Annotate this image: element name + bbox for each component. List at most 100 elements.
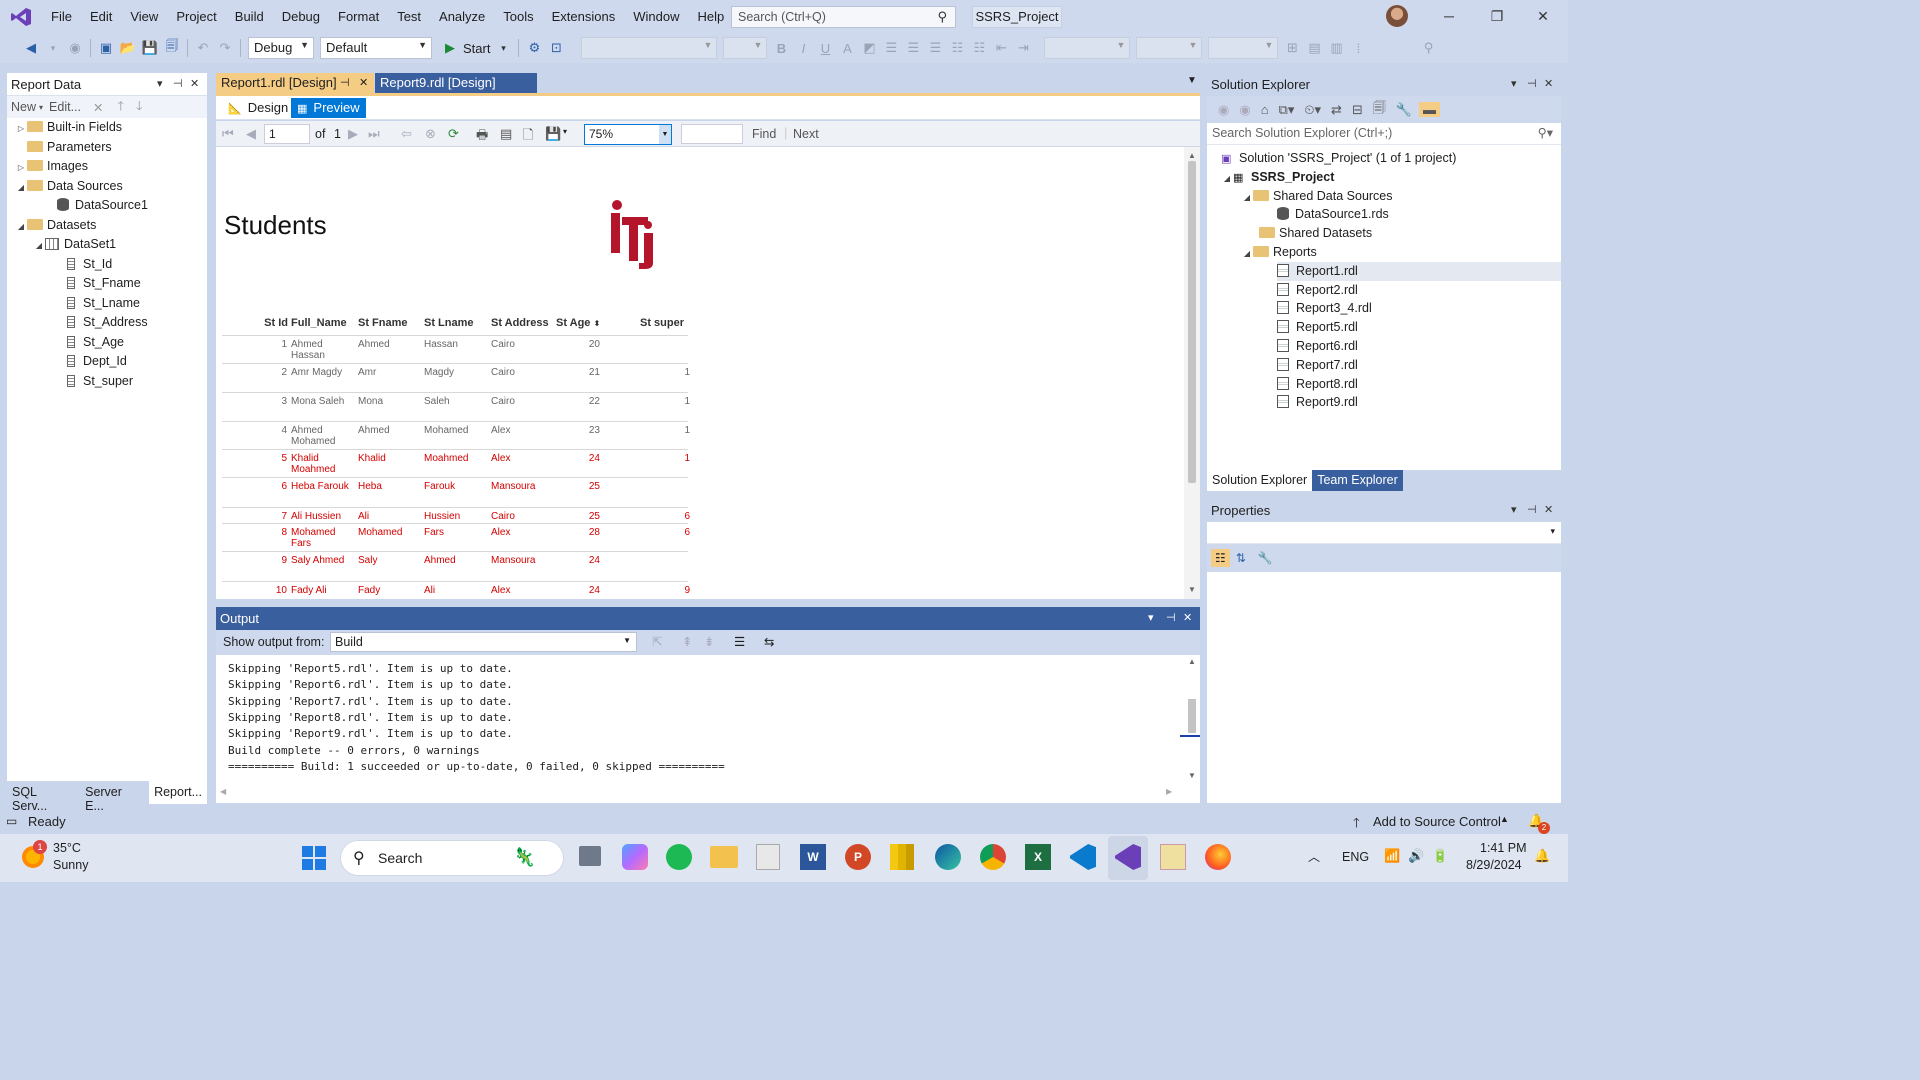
align-left-icon[interactable]: ☰ <box>882 37 900 59</box>
clock-time[interactable]: 1:41 PM <box>1480 841 1527 855</box>
report-data-item[interactable]: St_Id <box>67 255 112 275</box>
redo-icon[interactable]: ↷ <box>216 37 234 59</box>
panel-menu-icon[interactable]: ▾ <box>157 73 163 96</box>
align-objects-icon[interactable]: ▤ <box>1305 37 1323 59</box>
tab-report9-design[interactable]: Report9.rdl [Design] <box>375 73 537 93</box>
font-color-icon[interactable]: A <box>838 37 856 59</box>
menu-help[interactable]: Help <box>688 0 733 33</box>
report-data-item[interactable]: St_Age <box>67 333 124 353</box>
solution-tree-item[interactable]: ◢ ▦ SSRS_Project <box>1221 168 1334 188</box>
store-icon[interactable] <box>756 844 780 870</box>
back-dropdown-icon[interactable]: ▾ <box>44 37 62 59</box>
column-header[interactable]: St Age ⬍ <box>556 317 600 329</box>
close-panel-icon[interactable]: ✕ <box>1544 499 1553 522</box>
properties-icon[interactable]: 🔧 <box>1396 102 1412 118</box>
indent-icon[interactable]: ⇥ <box>1014 37 1032 59</box>
print-icon[interactable]: 🖶 <box>476 126 488 148</box>
font-size-select[interactable]: ▼ <box>723 37 768 59</box>
attach-icon[interactable]: ⚙ <box>525 37 543 59</box>
last-page-icon[interactable]: ⏭ <box>368 126 380 142</box>
expander-icon[interactable]: ◢ <box>15 217 27 237</box>
expander-icon[interactable]: ◢ <box>1221 169 1233 189</box>
scrollbar-thumb[interactable] <box>1188 161 1196 483</box>
report-scrollbar[interactable]: ▲ ▼ <box>1184 147 1200 599</box>
go-to-source-icon[interactable]: ⇱ <box>652 634 662 649</box>
paint-icon[interactable] <box>1160 844 1186 870</box>
language-indicator[interactable]: ENG <box>1342 850 1369 864</box>
add-to-source-control-button[interactable]: Add to Source Control <box>1373 814 1501 829</box>
report-data-item[interactable]: ◢ Datasets <box>15 216 96 236</box>
start-icon[interactable]: ▶ <box>441 37 459 59</box>
categorized-icon[interactable]: ☷ <box>1211 549 1230 567</box>
solution-tree-item[interactable]: Shared Datasets <box>1259 224 1372 244</box>
solution-tree-item[interactable]: ▣ Solution 'SSRS_Project' (1 of 1 project… <box>1221 149 1456 169</box>
spotify-icon[interactable] <box>666 844 692 870</box>
fill-color-icon[interactable]: ◩ <box>860 37 878 59</box>
spacing-icon[interactable]: ⁞ <box>1349 37 1367 59</box>
edge-icon[interactable] <box>935 844 961 870</box>
chevron-up-icon[interactable]: ▲ <box>1500 814 1509 824</box>
config-select[interactable]: Debug ▼ <box>248 37 314 59</box>
scroll-down-icon[interactable]: ▼ <box>1188 585 1196 594</box>
numbered-list-icon[interactable]: ☷ <box>948 37 966 59</box>
battery-icon[interactable]: 🔋 <box>1432 848 1448 864</box>
distribute-icon[interactable]: ▥ <box>1327 37 1345 59</box>
menu-build[interactable]: Build <box>226 0 273 33</box>
close-panel-icon[interactable]: ✕ <box>1183 607 1192 630</box>
first-page-icon[interactable]: ⏮ <box>222 126 234 142</box>
back-icon[interactable]: ◉ <box>1218 102 1229 118</box>
forward-icon[interactable]: ◉ <box>1239 102 1250 118</box>
align-right-icon[interactable]: ☰ <box>926 37 944 59</box>
close-panel-icon[interactable]: ✕ <box>190 73 199 96</box>
output-source-select[interactable]: Build ▼ <box>330 632 637 652</box>
tab-team-explorer[interactable]: Team Explorer <box>1312 470 1403 491</box>
file-explorer-icon[interactable] <box>710 846 738 868</box>
sync-icon[interactable]: ⇄ <box>1331 102 1342 118</box>
tab-solution-explorer[interactable]: Solution Explorer <box>1207 470 1313 491</box>
clear-all-icon[interactable]: ☰ <box>734 634 745 649</box>
save-all-icon[interactable]: 🗐 <box>163 37 181 59</box>
task-view-icon[interactable] <box>579 846 601 866</box>
expander-icon[interactable]: ◢ <box>1241 244 1253 264</box>
alphabetical-icon[interactable]: ⇅ <box>1230 549 1252 567</box>
page-setup-icon[interactable]: 🗋 <box>523 126 533 148</box>
new-button[interactable]: New <box>11 100 36 114</box>
expander-icon[interactable]: ▷ <box>15 119 27 139</box>
chrome-icon[interactable] <box>980 844 1006 870</box>
powerpoint-icon[interactable]: P <box>845 844 871 870</box>
power-bi-icon[interactable] <box>890 844 914 870</box>
menu-format[interactable]: Format <box>329 0 388 33</box>
menu-project[interactable]: Project <box>167 0 225 33</box>
report-data-item[interactable]: St_Lname <box>67 294 140 314</box>
undo-icon[interactable]: ↶ <box>194 37 212 59</box>
global-search-input[interactable]: Search (Ctrl+Q) ⚲ <box>731 6 956 28</box>
weather-temp[interactable]: 35°C <box>53 841 81 855</box>
chevron-up-icon[interactable]: ︿ <box>1308 848 1320 865</box>
menu-window[interactable]: Window <box>624 0 688 33</box>
firefox-icon[interactable] <box>1205 844 1231 870</box>
expander-icon[interactable]: ▷ <box>15 158 27 178</box>
report-data-item[interactable]: St_super <box>67 372 133 392</box>
panel-menu-icon[interactable]: ▾ <box>1511 73 1517 96</box>
next-button[interactable]: Next <box>793 127 819 141</box>
solution-tree-item[interactable]: DataSource1.rds <box>1277 205 1389 225</box>
back-to-parent-icon[interactable]: ⇦ <box>401 126 412 142</box>
scroll-right-icon[interactable]: ▶ <box>1166 787 1172 796</box>
start-button[interactable]: Start <box>463 37 490 59</box>
notification-bell-icon[interactable]: 🔔 <box>1534 848 1550 864</box>
avatar[interactable] <box>1386 5 1408 27</box>
font-family-select[interactable]: ▼ <box>581 37 718 59</box>
forward-icon[interactable]: ◉ <box>66 37 84 59</box>
output-scrollbar[interactable]: ▲ ▼ <box>1180 655 1200 785</box>
menu-debug[interactable]: Debug <box>273 0 329 33</box>
panel-menu-icon[interactable]: ▾ <box>1148 607 1154 630</box>
prev-page-icon[interactable]: ◀ <box>246 126 256 142</box>
back-icon[interactable]: ◀ <box>22 37 40 59</box>
menu-tools[interactable]: Tools <box>494 0 542 33</box>
report-data-item[interactable]: ◢ DataSet1 <box>33 235 116 255</box>
solution-tree-item[interactable]: Report7.rdl <box>1277 356 1358 376</box>
next-page-icon[interactable]: ▶ <box>348 126 358 142</box>
chevron-down-icon[interactable]: ▾ <box>39 103 43 112</box>
word-icon[interactable]: W <box>800 844 826 870</box>
open-icon[interactable]: 📂 <box>119 37 137 59</box>
